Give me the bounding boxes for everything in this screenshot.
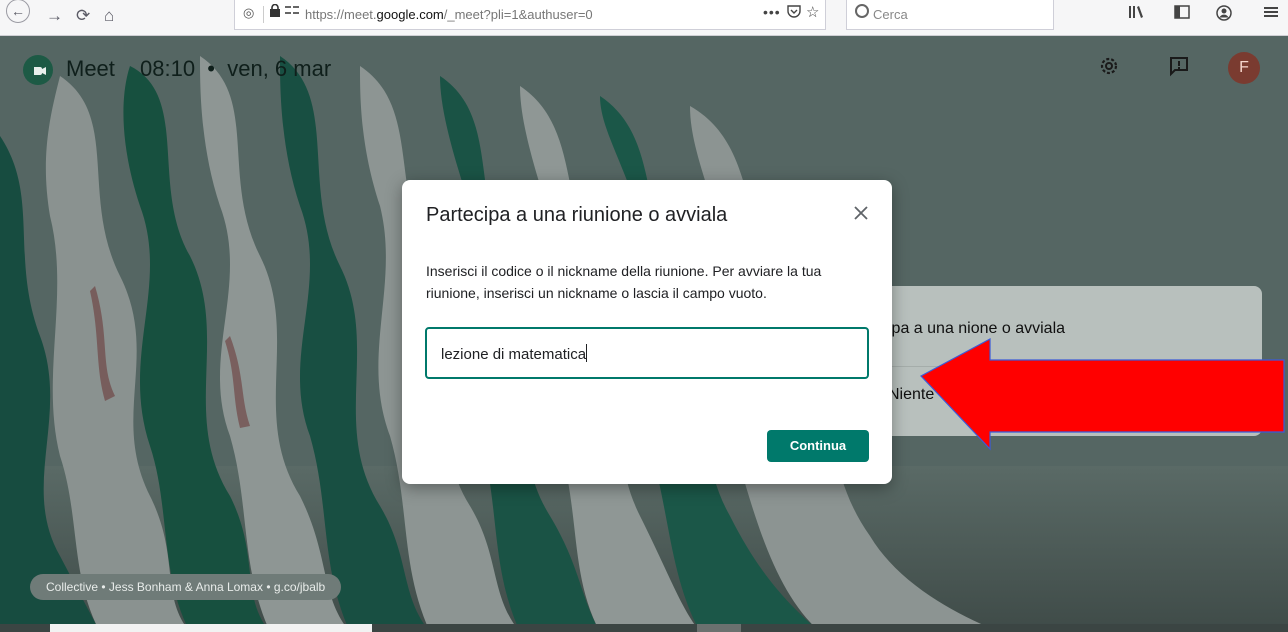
dialog-description: Inserisci il codice o il nickname della … xyxy=(426,263,822,301)
lock-icon[interactable] xyxy=(269,3,281,20)
meet-header: Meet 08:10 • ven, 6 mar F xyxy=(0,36,1288,100)
permissions-icon[interactable] xyxy=(285,5,299,20)
address-bar[interactable]: ◎ https://meet.google.com/_meet?pli=1&au… xyxy=(234,0,826,30)
forward-arrow-icon: → xyxy=(46,6,63,25)
url-prefix: https://meet. xyxy=(305,7,377,22)
home-icon: ⌂ xyxy=(104,6,115,25)
search-placeholder: Cerca xyxy=(873,7,908,22)
join-meeting-dialog: Partecipa a una riunione o avviala Inser… xyxy=(402,180,892,484)
close-icon[interactable] xyxy=(852,204,870,222)
tracking-shield-icon[interactable]: ◎ xyxy=(243,5,254,21)
search-icon xyxy=(855,4,869,18)
continue-button[interactable]: Continua xyxy=(767,430,869,462)
pocket-icon[interactable] xyxy=(787,4,801,21)
reload-icon: ⟳ xyxy=(76,6,91,25)
annotation-arrow-icon xyxy=(920,337,1285,451)
dialog-title: Partecipa a una riunione o avviala xyxy=(426,204,728,226)
settings-icon[interactable] xyxy=(1098,55,1120,82)
menu-icon[interactable] xyxy=(1264,5,1278,21)
page-actions-icon[interactable]: ••• xyxy=(763,4,781,20)
current-date: ven, 6 mar xyxy=(227,56,332,81)
back-button[interactable]: ← xyxy=(6,0,30,23)
home-button[interactable]: ⌂ xyxy=(104,4,114,28)
meeting-code-value: lezione di matematica xyxy=(441,344,588,363)
account-icon[interactable] xyxy=(1216,5,1232,24)
meet-logo-icon xyxy=(20,52,56,93)
date-time: 08:10 • ven, 6 mar xyxy=(140,56,331,82)
url-domain: google.com xyxy=(376,7,444,22)
current-time: 08:10 xyxy=(140,56,196,81)
browser-toolbar: ← → ⟳ ⌂ ◎ https://meet.google.com/_meet?… xyxy=(0,0,1288,36)
forward-button[interactable]: → xyxy=(46,4,63,28)
bottom-segment xyxy=(697,624,741,632)
url-suffix: /_meet?pli=1&authuser=0 xyxy=(443,7,593,22)
library-icon[interactable] xyxy=(1128,5,1144,22)
app-title: Meet xyxy=(66,56,115,81)
text-caret xyxy=(586,344,588,362)
sidebar-icon[interactable] xyxy=(1174,5,1190,22)
meeting-code-text: lezione di matematica xyxy=(441,346,587,363)
avatar[interactable]: F xyxy=(1228,52,1260,84)
back-arrow-icon: ← xyxy=(11,3,25,19)
reload-button[interactable]: ⟳ xyxy=(76,4,90,28)
divider xyxy=(263,6,264,23)
bottom-segment xyxy=(50,624,372,632)
meet-page: Meet 08:10 • ven, 6 mar F ipa a una nion… xyxy=(0,36,1288,632)
search-input[interactable]: Cerca xyxy=(846,0,1054,30)
url-text: https://meet.google.com/_meet?pli=1&auth… xyxy=(305,7,593,22)
artwork-credit[interactable]: Collective • Jess Bonham & Anna Lomax • … xyxy=(30,574,342,600)
separator-dot: • xyxy=(207,56,215,81)
feedback-icon[interactable] xyxy=(1168,55,1190,82)
bookmark-star-icon[interactable]: ☆ xyxy=(806,3,819,21)
meeting-code-input[interactable]: lezione di matematica xyxy=(425,327,869,379)
